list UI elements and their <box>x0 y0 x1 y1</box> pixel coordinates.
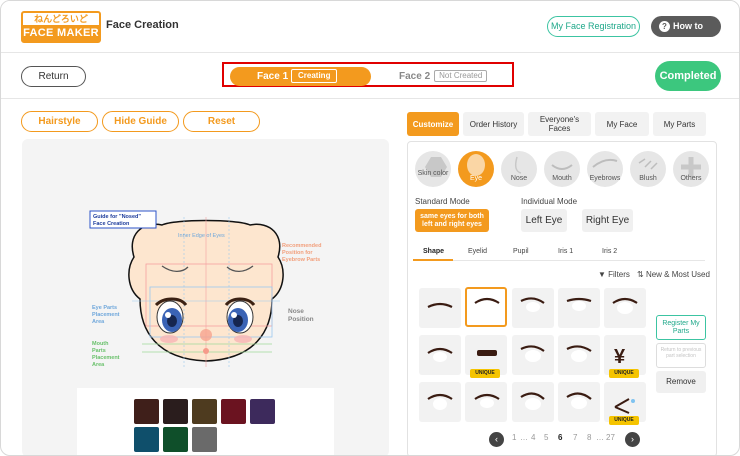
next-page-button[interactable]: › <box>625 432 640 447</box>
pager-ellipsis: … <box>520 433 528 442</box>
app-window: ねんどろいど FACE MAKER Face Creation My Face … <box>0 0 740 456</box>
prev-page-button[interactable]: ‹ <box>489 432 504 447</box>
page-1[interactable]: 1 <box>512 433 516 442</box>
register-my-parts-button[interactable]: Register My Parts <box>656 315 706 340</box>
page-7[interactable]: 7 <box>573 433 577 442</box>
return-previous-selection-button[interactable]: Return to previous part selection <box>656 343 706 368</box>
page-6-current[interactable]: 6 <box>558 433 562 442</box>
svg-text:¥: ¥ <box>614 346 626 368</box>
chevron-left-icon: ‹ <box>495 434 498 444</box>
pager-ellipsis: … <box>596 433 604 442</box>
eye-shape-thumbnails: ¥ <box>427 297 638 414</box>
page-5[interactable]: 5 <box>544 433 548 442</box>
page-8[interactable]: 8 <box>587 433 591 442</box>
remove-button[interactable]: Remove <box>656 371 706 393</box>
page-4[interactable]: 4 <box>531 433 535 442</box>
chevron-right-icon: › <box>631 434 634 444</box>
page-27[interactable]: 27 <box>606 433 615 442</box>
